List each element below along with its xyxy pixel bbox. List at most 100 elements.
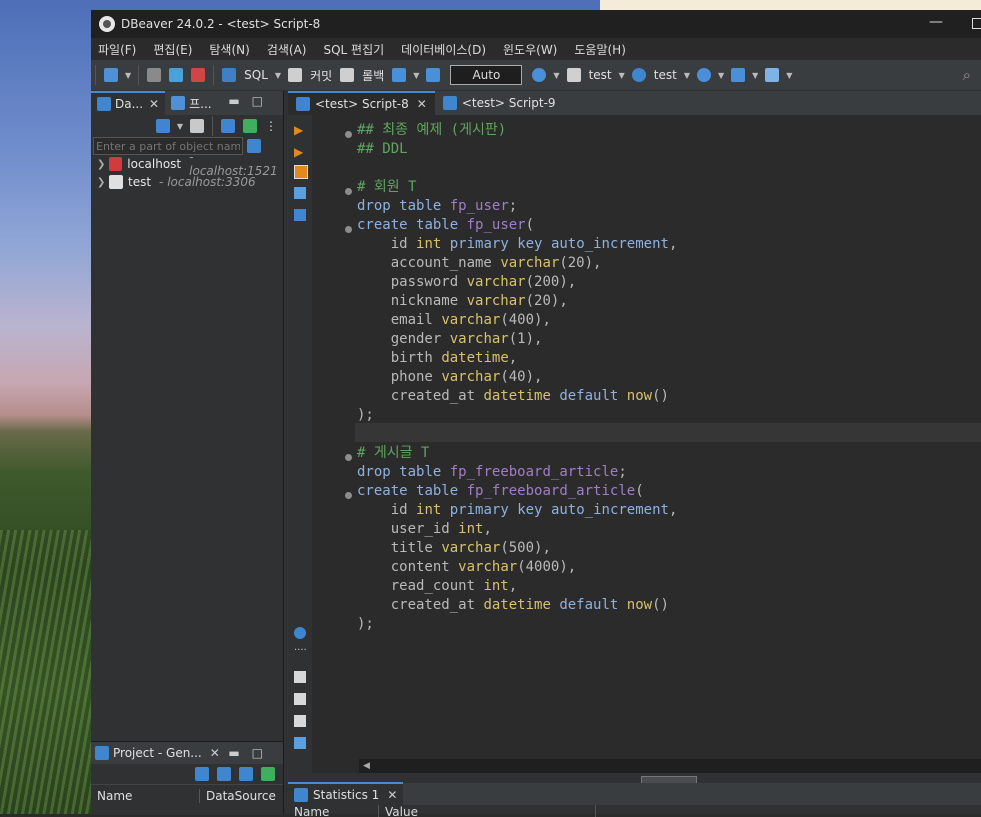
- commit-icon[interactable]: [288, 68, 303, 82]
- column-header-value[interactable]: Value: [379, 805, 596, 817]
- rollback-button[interactable]: 롤백: [362, 67, 384, 84]
- dropdown-arrow-icon[interactable]: ▼: [752, 71, 758, 80]
- dropdown-arrow-icon[interactable]: ▼: [177, 122, 183, 131]
- execute-script-icon[interactable]: [294, 165, 308, 179]
- dropdown-arrow-icon[interactable]: ▼: [553, 71, 559, 80]
- commit-button[interactable]: 커밋: [310, 67, 332, 84]
- code-punct: ,: [483, 521, 492, 537]
- tree-item-test[interactable]: ❯ test - localhost:3306: [91, 173, 283, 191]
- commit-mode-field[interactable]: Auto: [450, 65, 523, 85]
- code-size: (1),: [508, 331, 543, 347]
- tasks-icon[interactable]: [731, 68, 746, 82]
- dropdown-arrow-icon[interactable]: ▼: [786, 71, 792, 80]
- mysql-icon: [109, 175, 123, 189]
- terminal-icon[interactable]: [294, 209, 306, 221]
- global-search-icon[interactable]: ⌕: [963, 66, 971, 84]
- close-icon[interactable]: ✕: [387, 788, 397, 802]
- collapse-all-icon[interactable]: [217, 767, 231, 781]
- execute-statement-icon[interactable]: ▶: [294, 123, 306, 137]
- code-keyword: key: [517, 236, 543, 252]
- tab-database-navigator[interactable]: Da... ✕: [91, 91, 166, 115]
- datasource-icon: [566, 68, 581, 82]
- plug-icon[interactable]: [147, 68, 162, 82]
- column-header-name[interactable]: Name: [91, 789, 200, 803]
- history-icon[interactable]: [532, 68, 547, 82]
- dropdown-arrow-icon[interactable]: ▼: [619, 71, 625, 80]
- disconnect-icon[interactable]: [191, 68, 206, 82]
- dashboard-icon[interactable]: [696, 68, 711, 82]
- active-datasource-selector[interactable]: test: [589, 68, 612, 82]
- tab-statistics[interactable]: Statistics 1 ✕: [288, 782, 404, 806]
- close-icon[interactable]: ✕: [210, 746, 220, 760]
- menu-navigate[interactable]: 탐색(N): [209, 41, 249, 58]
- sql-button[interactable]: SQL: [244, 68, 268, 82]
- column-header-datasource[interactable]: DataSource: [200, 789, 276, 803]
- lock-icon[interactable]: [426, 68, 441, 82]
- menu-help[interactable]: 도움말(H): [574, 41, 626, 58]
- menu-database[interactable]: 데이터베이스(D): [401, 41, 486, 58]
- dropdown-arrow-icon[interactable]: ▼: [684, 71, 690, 80]
- configure-icon[interactable]: [195, 767, 209, 781]
- dropdown-arrow-icon[interactable]: ▼: [718, 71, 724, 80]
- active-schema-selector[interactable]: test: [654, 68, 677, 82]
- new-connection-icon[interactable]: [155, 119, 170, 133]
- rollback-icon[interactable]: [340, 68, 355, 82]
- load-file-icon[interactable]: [294, 693, 306, 705]
- settings-icon[interactable]: [294, 627, 306, 639]
- menu-search[interactable]: 검색(A): [267, 41, 307, 58]
- code-area[interactable]: ## 최종 예제 (게시판) ## DDL # 회원 T drop table …: [357, 121, 677, 634]
- panel-window-controls[interactable]: ▬□: [228, 94, 275, 108]
- search-icon[interactable]: [765, 68, 780, 82]
- transaction-mode-icon[interactable]: [392, 68, 407, 82]
- tree-item-localhost[interactable]: ❯ localhost - localhost:1521: [91, 150, 283, 178]
- fold-marker-icon[interactable]: [345, 188, 352, 195]
- fold-marker-icon[interactable]: [345, 226, 352, 233]
- save-file-icon[interactable]: [294, 715, 306, 727]
- tab-project[interactable]: Project - Gen...: [113, 746, 202, 760]
- scroll-left-icon[interactable]: ◀: [363, 761, 370, 771]
- dropdown-arrow-icon[interactable]: ▼: [413, 71, 419, 80]
- menu-edit[interactable]: 편집(E): [153, 41, 192, 58]
- minimize-button[interactable]: —: [929, 14, 943, 30]
- panel-window-controls[interactable]: ▬□: [228, 746, 275, 760]
- close-icon[interactable]: ✕: [149, 97, 159, 111]
- code-keyword: table: [399, 464, 442, 480]
- code-keyword: auto_increment: [550, 236, 669, 252]
- export-icon[interactable]: [294, 671, 306, 683]
- dropdown-arrow-icon[interactable]: ▼: [125, 71, 131, 80]
- tab-script-8[interactable]: <test> Script-8 ✕: [288, 91, 435, 115]
- collapse-all-icon[interactable]: [221, 119, 235, 133]
- dropdown-arrow-icon[interactable]: ▼: [275, 71, 281, 80]
- more-options-icon[interactable]: ⋮: [265, 119, 277, 133]
- link-with-editor-icon[interactable]: [261, 767, 275, 781]
- project-tabbar: Project - Gen... ✕ ▬□: [91, 742, 283, 764]
- fold-marker-icon[interactable]: [345, 131, 352, 138]
- fold-marker-icon[interactable]: [345, 492, 352, 499]
- horizontal-scrollbar[interactable]: ◀: [359, 759, 981, 773]
- tab-script-9[interactable]: <test> Script-9: [435, 91, 564, 115]
- editor-tabbar: <test> Script-8 ✕ <test> Script-9: [288, 91, 981, 115]
- execute-in-new-tab-icon[interactable]: ▶: [294, 145, 306, 159]
- explain-plan-icon[interactable]: [294, 187, 306, 199]
- new-folder-icon[interactable]: [190, 119, 204, 133]
- sql-editor-icon[interactable]: [222, 68, 237, 82]
- tab-projects[interactable]: 프...: [165, 91, 217, 115]
- menu-sql-editor[interactable]: SQL 편집기: [323, 41, 384, 58]
- code-punct: ,: [508, 350, 518, 366]
- new-connection-icon[interactable]: [104, 68, 118, 82]
- connect-icon[interactable]: [169, 68, 184, 82]
- code-keyword: create: [357, 483, 408, 499]
- project-icon: [95, 746, 109, 760]
- add-icon[interactable]: [239, 767, 253, 781]
- maximize-button[interactable]: [972, 18, 981, 29]
- chevron-right-icon[interactable]: ❯: [97, 177, 109, 188]
- close-icon[interactable]: ✕: [417, 97, 427, 111]
- menu-window[interactable]: 윈도우(W): [503, 41, 557, 58]
- more-icon[interactable]: ····: [294, 645, 307, 657]
- outline-icon[interactable]: [294, 737, 306, 749]
- menu-file[interactable]: 파일(F): [98, 41, 136, 58]
- fold-marker-icon[interactable]: [345, 454, 352, 461]
- chevron-right-icon[interactable]: ❯: [97, 159, 109, 170]
- column-header-name[interactable]: Name: [288, 805, 379, 817]
- link-with-editor-icon[interactable]: [243, 119, 257, 133]
